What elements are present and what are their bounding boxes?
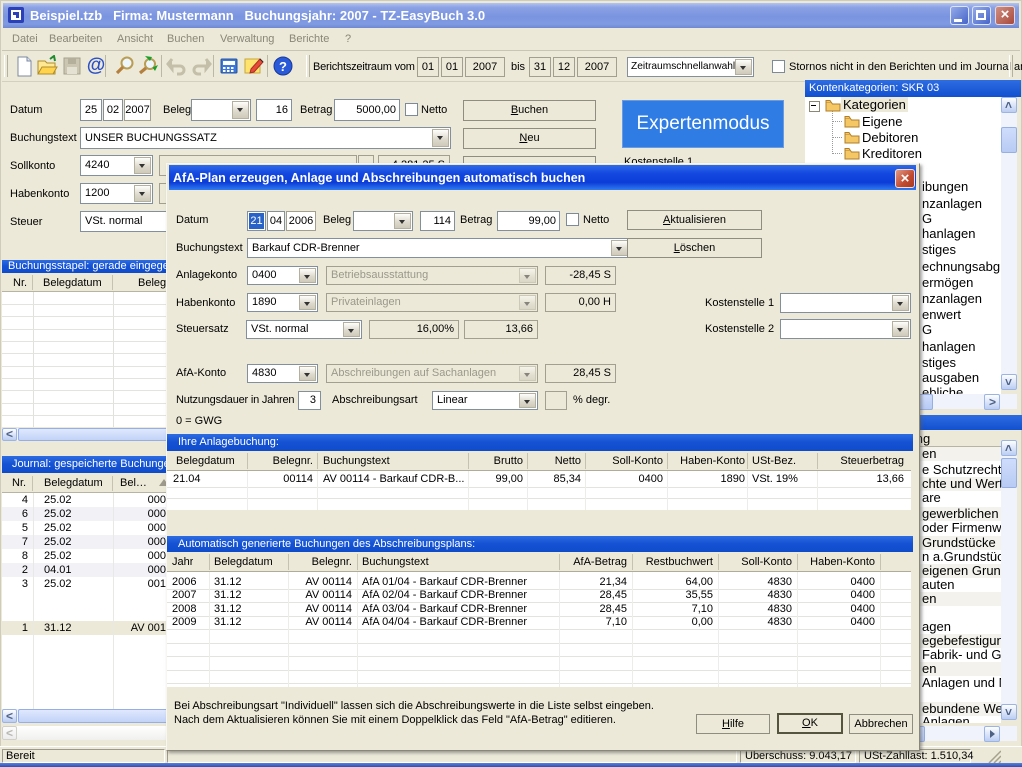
- svg-text:?: ?: [279, 59, 287, 74]
